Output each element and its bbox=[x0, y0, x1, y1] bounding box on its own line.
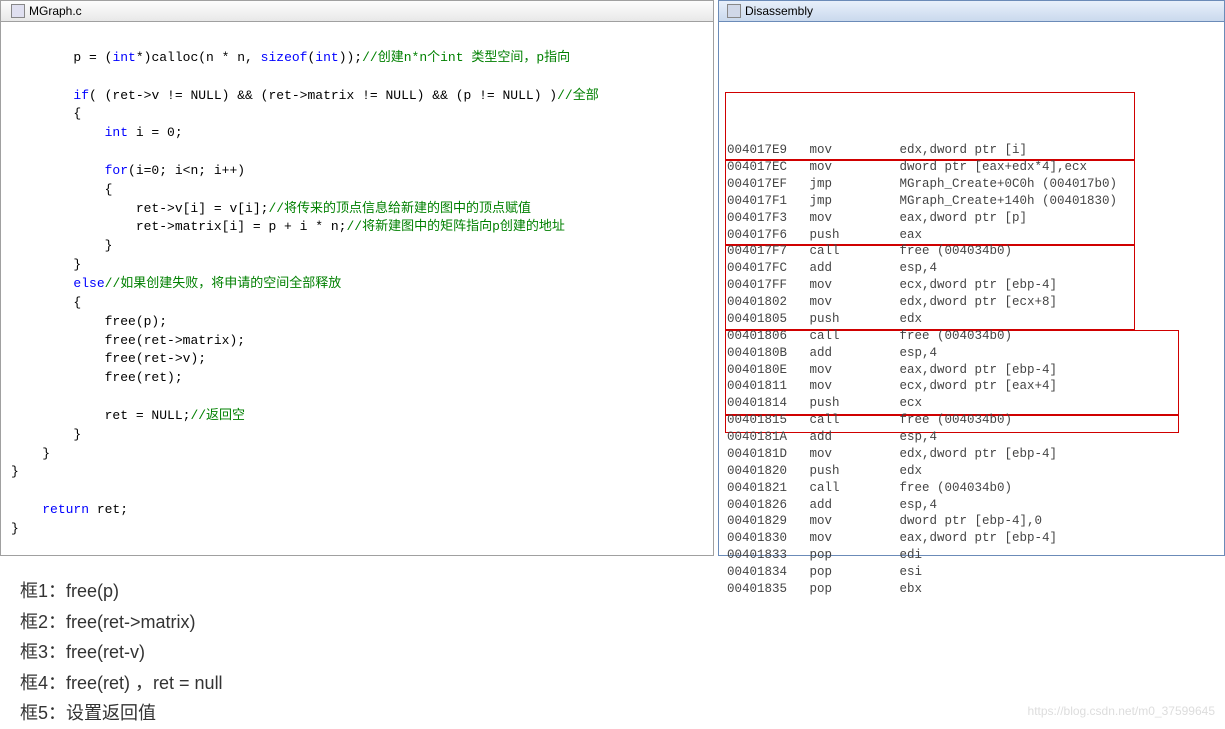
disasm-line: 00401815 call free (004034b0) bbox=[727, 412, 1216, 429]
disasm-line: 004017FF mov ecx,dword ptr [ebp-4] bbox=[727, 277, 1216, 294]
disasm-line: 004017E9 mov edx,dword ptr [i] bbox=[727, 142, 1216, 159]
disasm-line: 00401830 mov eax,dword ptr [ebp-4] bbox=[727, 530, 1216, 547]
disasm-line: 004017F7 call free (004034b0) bbox=[727, 243, 1216, 260]
disasm-line: 00401834 pop esi bbox=[727, 564, 1216, 581]
disasm-line: 00401821 call free (004034b0) bbox=[727, 480, 1216, 497]
disasm-line: 00401820 push edx bbox=[727, 463, 1216, 480]
disassembly-title-bar[interactable]: Disassembly bbox=[719, 1, 1224, 22]
disasm-line: 0040180B add esp,4 bbox=[727, 345, 1216, 362]
disasm-line: 00401829 mov dword ptr [ebp-4],0 bbox=[727, 513, 1216, 530]
disasm-line: 00401814 push ecx bbox=[727, 395, 1216, 412]
annotation-line: 框4：free(ret) ，ret = null bbox=[20, 668, 1205, 699]
disasm-line: 00401835 pop ebx bbox=[727, 581, 1216, 598]
disassembly-panel: Disassembly 004017E9 mov edx,dword ptr [… bbox=[718, 0, 1225, 556]
disassembly-icon bbox=[727, 4, 741, 18]
disasm-line: 004017EF jmp MGraph_Create+0C0h (004017b… bbox=[727, 176, 1216, 193]
file-icon bbox=[11, 4, 25, 18]
disasm-line: 00401806 call free (004034b0) bbox=[727, 328, 1216, 345]
annotation-line: 框3：free(ret-v) bbox=[20, 637, 1205, 668]
code-content[interactable]: p = (int*)calloc(n * n, sizeof(int));//创… bbox=[1, 22, 713, 547]
disasm-line: 0040181D mov edx,dword ptr [ebp-4] bbox=[727, 446, 1216, 463]
disasm-line: 004017EC mov dword ptr [eax+edx*4],ecx bbox=[727, 159, 1216, 176]
disasm-line: 0040180E mov eax,dword ptr [ebp-4] bbox=[727, 362, 1216, 379]
code-tab[interactable]: MGraph.c bbox=[1, 1, 713, 22]
disasm-line: 00401833 pop edi bbox=[727, 547, 1216, 564]
code-editor-panel: MGraph.c p = (int*)calloc(n * n, sizeof(… bbox=[0, 0, 714, 556]
disasm-line: 004017F6 push eax bbox=[727, 227, 1216, 244]
disasm-line: 00401826 add esp,4 bbox=[727, 497, 1216, 514]
disasm-line: 00401811 mov ecx,dword ptr [eax+4] bbox=[727, 378, 1216, 395]
disasm-line: 00401805 push edx bbox=[727, 311, 1216, 328]
disassembly-content[interactable]: 004017E9 mov edx,dword ptr [i]004017EC m… bbox=[719, 22, 1224, 600]
disasm-line: 004017F3 mov eax,dword ptr [p] bbox=[727, 210, 1216, 227]
disasm-line: 00401802 mov edx,dword ptr [ecx+8] bbox=[727, 294, 1216, 311]
annotation-line: 框2：free(ret->matrix) bbox=[20, 607, 1205, 638]
disassembly-title: Disassembly bbox=[745, 4, 813, 18]
disasm-line: 004017F1 jmp MGraph_Create+140h (0040183… bbox=[727, 193, 1216, 210]
watermark: https://blog.csdn.net/m0_37599645 bbox=[1028, 704, 1215, 718]
disasm-line: 004017FC add esp,4 bbox=[727, 260, 1216, 277]
code-tab-label: MGraph.c bbox=[29, 4, 82, 18]
disasm-line: 0040181A add esp,4 bbox=[727, 429, 1216, 446]
